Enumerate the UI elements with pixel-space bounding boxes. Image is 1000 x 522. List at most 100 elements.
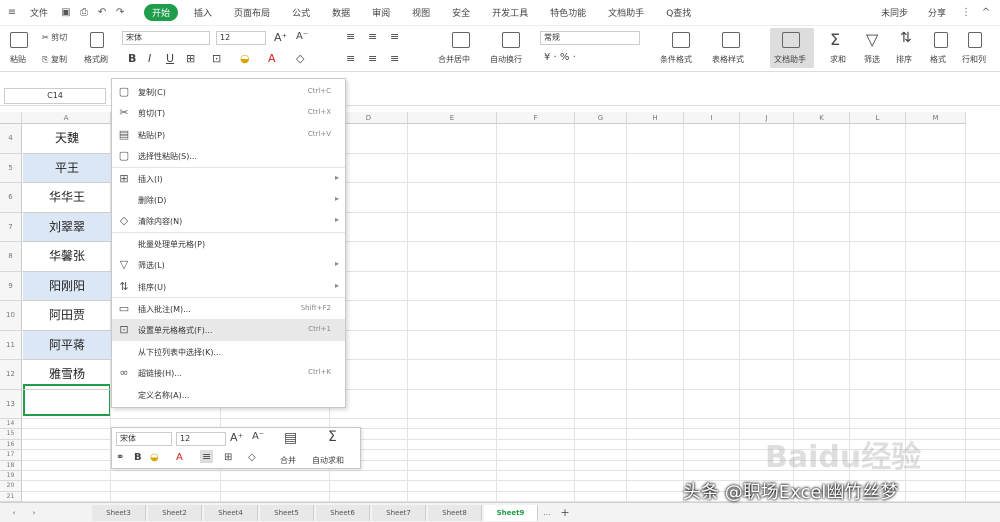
mini-align-icon[interactable]: ≡ [200, 450, 214, 463]
context-menu-item[interactable]: ▽ 筛选(L) ▸ [112, 254, 345, 276]
sync-status[interactable]: 未同步 [875, 4, 914, 21]
tab-8[interactable]: 开发工具 [486, 4, 534, 21]
mini-fill-color-icon[interactable]: ◒ [150, 452, 159, 463]
row-header[interactable]: 21 [0, 491, 22, 503]
cut-button[interactable]: ✂ 剪切 [42, 32, 67, 43]
row-header[interactable]: 10 [0, 301, 22, 331]
mini-bold-icon[interactable]: B [134, 452, 142, 463]
font-size-select[interactable]: 12 [216, 31, 266, 45]
sheet-tab[interactable]: Sheet7 [372, 505, 426, 521]
mini-border-icon[interactable]: ⊞ [224, 452, 232, 463]
select-all-corner[interactable] [0, 112, 22, 124]
column-header[interactable]: A [22, 112, 111, 124]
name-cell[interactable]: 阿平蒋 [23, 330, 111, 360]
doc-helper-icon[interactable] [782, 32, 800, 48]
underline-icon[interactable]: U [166, 52, 174, 65]
name-cell[interactable]: 刘翠翠 [23, 212, 111, 242]
sheet-tab[interactable]: Sheet4 [204, 505, 258, 521]
align-right-icon[interactable]: ≡ [390, 52, 399, 65]
cond-format-icon[interactable] [672, 32, 690, 48]
collapse-icon[interactable]: ^ [980, 7, 992, 19]
tab-6[interactable]: 视图 [406, 4, 436, 21]
align-top-icon[interactable]: ≡ [346, 30, 355, 43]
column-header[interactable]: F [497, 112, 575, 124]
name-cell[interactable]: 平王 [23, 153, 111, 183]
font-color-icon[interactable]: A [268, 52, 276, 65]
format-painter-icon[interactable] [90, 32, 104, 48]
row-header[interactable]: 19 [0, 471, 22, 482]
row-header[interactable]: 20 [0, 481, 22, 492]
mini-clear-icon[interactable]: ◇ [248, 452, 256, 463]
row-header[interactable]: 17 [0, 450, 22, 461]
mini-format-painter-icon[interactable]: ⚭ [116, 452, 124, 463]
align-left-icon[interactable]: ≡ [346, 52, 355, 65]
table-style-button[interactable]: 表格样式 [712, 54, 744, 65]
add-sheet-icon[interactable]: + [556, 505, 574, 521]
column-header[interactable]: H [627, 112, 684, 124]
doc-helper-button[interactable]: 文档助手 [774, 54, 806, 65]
mini-font-color-icon[interactable]: A [176, 452, 183, 463]
context-menu-item[interactable]: ✂ 剪切(T) Ctrl+X [112, 102, 345, 124]
tab-1[interactable]: 插入 [188, 4, 218, 21]
italic-icon[interactable]: I [148, 52, 151, 65]
next-sheet-icon[interactable]: › [24, 505, 44, 521]
font-shrink-icon[interactable]: A⁻ [296, 31, 308, 42]
menu-icon[interactable]: ≡ [6, 7, 18, 19]
save-icon[interactable]: ▣ [60, 7, 72, 19]
mini-merge-button[interactable]: 合并 [280, 455, 296, 466]
more-sheets-icon[interactable]: … [538, 505, 556, 521]
name-cell[interactable]: 天魏 [23, 124, 111, 154]
align-bottom-icon[interactable]: ≡ [390, 30, 399, 43]
sheet-tab[interactable]: Sheet8 [428, 505, 482, 521]
redo-icon[interactable]: ↷ [114, 7, 126, 19]
cond-format-button[interactable]: 条件格式 [660, 54, 692, 65]
column-header[interactable]: J [740, 112, 794, 124]
undo-icon[interactable]: ↶ [96, 7, 108, 19]
format-painter-button[interactable]: 格式刷 [84, 54, 108, 65]
row-header[interactable]: 4 [0, 124, 22, 154]
print-icon[interactable]: ⎙ [78, 7, 90, 19]
tab-3[interactable]: 公式 [286, 4, 316, 21]
paste-icon[interactable] [10, 32, 28, 48]
tab-0[interactable]: 开始 [144, 4, 179, 21]
rowcol-icon[interactable] [968, 32, 982, 48]
row-header[interactable]: 15 [0, 429, 22, 440]
context-menu-item[interactable]: ▤ 粘贴(P) Ctrl+V [112, 124, 345, 146]
share-button[interactable]: 分享 [922, 4, 952, 21]
filter-button[interactable]: 筛选 [864, 54, 880, 65]
column-header[interactable]: I [684, 112, 740, 124]
mini-sum-icon[interactable]: Σ [328, 429, 337, 445]
merge-button[interactable]: 合并居中 [438, 54, 470, 65]
row-header[interactable]: 7 [0, 212, 22, 242]
mini-font-shrink-icon[interactable]: A⁻ [252, 431, 264, 442]
sheet-tab[interactable]: Sheet6 [316, 505, 370, 521]
context-menu-item[interactable]: ▢ 选择性粘贴(S)... [112, 145, 345, 167]
column-header[interactable]: G [575, 112, 627, 124]
name-cell[interactable]: 阿田贾 [23, 301, 111, 331]
sheet-tab[interactable]: Sheet5 [260, 505, 314, 521]
number-format-select[interactable]: 常规 [540, 31, 640, 45]
sheet-tab[interactable]: Sheet9 [484, 505, 538, 521]
tab-10[interactable]: 文档助手 [602, 4, 650, 21]
mini-merge-icon[interactable]: ▤ [284, 430, 297, 446]
context-menu-item[interactable]: 从下拉列表中选择(K)... [112, 341, 345, 363]
tab-2[interactable]: 页面布局 [228, 4, 276, 21]
file-menu[interactable]: 文件 [24, 4, 54, 21]
context-menu-item[interactable]: ⊞ 插入(I) ▸ [112, 168, 345, 190]
row-header[interactable]: 6 [0, 183, 22, 213]
currency-icon[interactable]: ¥ · % · [544, 52, 576, 63]
font-name-select[interactable]: 宋体 [122, 31, 210, 45]
align-center-icon[interactable]: ≡ [368, 52, 377, 65]
context-menu-item[interactable]: ▢ 复制(C) Ctrl+C [112, 81, 345, 103]
name-cell[interactable]: 华华王 [23, 183, 111, 213]
row-header[interactable]: 13 [0, 389, 22, 419]
tab-11[interactable]: Q查找 [660, 4, 697, 21]
clear-format-icon[interactable]: ◇ [296, 52, 304, 65]
column-header[interactable]: M [906, 112, 966, 124]
sheet-tab[interactable]: Sheet3 [92, 505, 146, 521]
fill-color-icon[interactable]: ◒ [240, 52, 250, 65]
tab-7[interactable]: 安全 [446, 4, 476, 21]
paste-button[interactable]: 粘贴 [10, 54, 26, 65]
font-grow-icon[interactable]: A⁺ [274, 31, 287, 44]
name-cell[interactable]: 雅雪杨 [23, 360, 111, 390]
